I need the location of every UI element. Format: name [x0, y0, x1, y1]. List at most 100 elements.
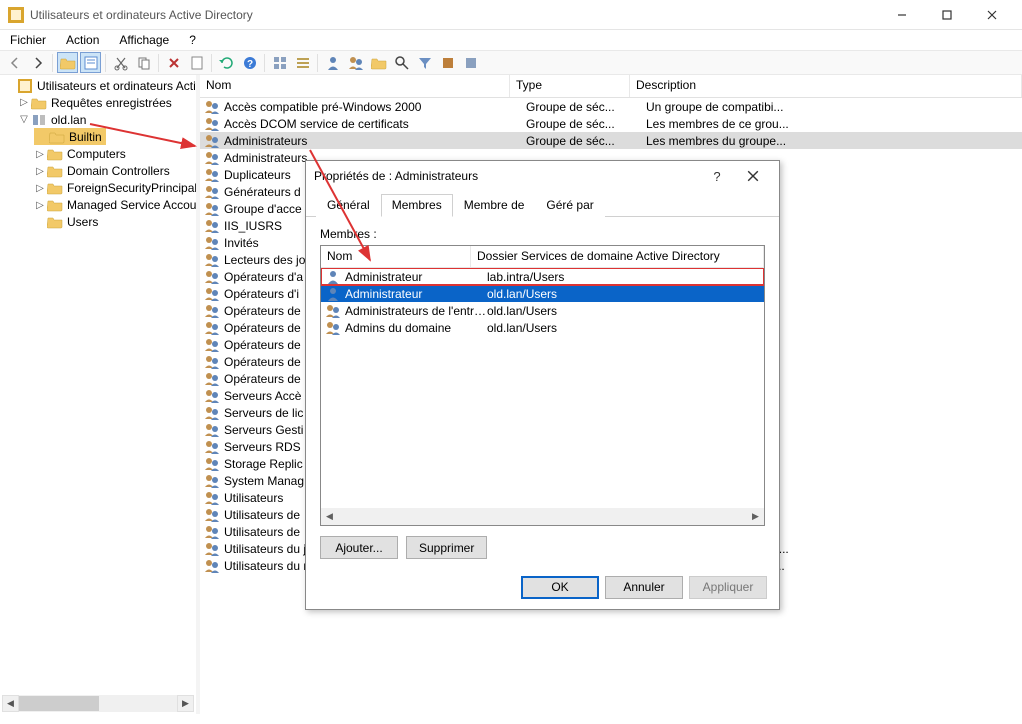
dialog-tabs: Général Membres Membre de Géré par — [306, 193, 779, 217]
tree-fsp[interactable]: ▷ ForeignSecurityPrincipals — [2, 180, 196, 197]
scroll-right-icon[interactable]: ▶ — [177, 695, 194, 712]
tool-misc1[interactable] — [437, 52, 458, 73]
tab-membres[interactable]: Membres — [381, 194, 453, 217]
menu-action[interactable]: Action — [62, 31, 103, 49]
member-row[interactable]: Administrateurlab.intra/Users — [321, 268, 764, 285]
member-row[interactable]: Admins du domaineold.lan/Users — [321, 319, 764, 336]
cell-nom: Accès DCOM service de certificats — [224, 117, 526, 131]
maximize-button[interactable] — [924, 0, 969, 30]
folder-icon — [47, 163, 63, 179]
list-row[interactable]: Accès DCOM service de certificatsGroupe … — [200, 115, 1022, 132]
menu-affichage[interactable]: Affichage — [115, 31, 173, 49]
menu-fichier[interactable]: Fichier — [6, 31, 50, 49]
tree-msa[interactable]: ▷ Managed Service Accour — [2, 197, 196, 214]
expander-icon[interactable]: ▷ — [34, 199, 46, 211]
apply-button[interactable]: Appliquer — [689, 576, 767, 599]
tool-grid1[interactable] — [269, 52, 290, 73]
cell-nom: Administrateurs — [224, 134, 526, 148]
list-row[interactable]: AdministrateursGroupe de séc...Les membr… — [200, 132, 1022, 149]
members-col-nom[interactable]: Nom — [321, 246, 471, 267]
scroll-left-icon[interactable]: ◀ — [321, 508, 338, 525]
dialog-help-icon[interactable]: ? — [699, 169, 735, 184]
members-label: Membres : — [320, 227, 765, 241]
tool-misc2[interactable] — [460, 52, 481, 73]
tool-find[interactable] — [391, 52, 412, 73]
members-horizontal-scrollbar[interactable]: ◀ ▶ — [321, 508, 764, 525]
tree-item-label: Builtin — [69, 130, 102, 144]
tree-computers[interactable]: ▷ Computers — [2, 146, 196, 163]
folder-icon — [49, 129, 65, 145]
tree-saved-queries[interactable]: ▷ Requêtes enregistrées — [2, 94, 196, 111]
group-icon — [204, 354, 220, 370]
tool-new-group[interactable] — [345, 52, 366, 73]
tool-up[interactable] — [57, 52, 78, 73]
dialog-titlebar[interactable]: Propriétés de : Administrateurs ? — [306, 161, 779, 191]
group-icon — [325, 303, 341, 319]
remove-button[interactable]: Supprimer — [406, 536, 487, 559]
list-row[interactable]: Accès compatible pré-Windows 2000Groupe … — [200, 98, 1022, 115]
tree-users[interactable]: Users — [2, 214, 196, 231]
scroll-left-icon[interactable]: ◀ — [2, 695, 19, 712]
group-icon — [204, 388, 220, 404]
col-header-desc[interactable]: Description — [630, 75, 1022, 97]
group-icon — [204, 558, 220, 574]
tool-new-ou[interactable] — [368, 52, 389, 73]
tab-membre-de[interactable]: Membre de — [453, 194, 536, 217]
member-row[interactable]: Administrateurold.lan/Users — [321, 285, 764, 302]
tree-item-label: Requêtes enregistrées — [51, 96, 172, 110]
tool-new-user[interactable] — [322, 52, 343, 73]
expander-icon[interactable] — [4, 80, 16, 92]
tool-filter[interactable] — [414, 52, 435, 73]
col-header-type[interactable]: Type — [510, 75, 630, 97]
ok-button[interactable]: OK — [521, 576, 599, 599]
expander-icon[interactable]: ▷ — [34, 182, 46, 194]
tool-properties[interactable] — [80, 52, 101, 73]
tool-delete[interactable] — [163, 52, 184, 73]
tree-panel: Utilisateurs et ordinateurs Active ▷ Req… — [0, 75, 200, 714]
tree-root-label: Utilisateurs et ordinateurs Active — [37, 79, 200, 93]
tree-builtin[interactable]: Builtin — [34, 128, 106, 145]
scroll-track[interactable] — [338, 508, 747, 525]
expander-icon[interactable]: ▽ — [18, 114, 30, 126]
expander-icon[interactable]: ▷ — [34, 165, 46, 177]
tab-gere-par[interactable]: Géré par — [535, 194, 604, 217]
app-icon — [8, 7, 24, 23]
cancel-button[interactable]: Annuler — [605, 576, 683, 599]
tab-general[interactable]: Général — [316, 194, 381, 217]
member-row[interactable]: Administrateurs de l'entre...old.lan/Use… — [321, 302, 764, 319]
group-icon — [204, 507, 220, 523]
dialog-footer: OK Annuler Appliquer — [306, 569, 779, 609]
minimize-button[interactable] — [879, 0, 924, 30]
tree-item-label: Computers — [67, 147, 126, 161]
tool-sheet[interactable] — [186, 52, 207, 73]
tree-root[interactable]: Utilisateurs et ordinateurs Active — [2, 77, 196, 94]
expander-icon[interactable]: ▷ — [34, 148, 46, 160]
tool-back[interactable] — [4, 52, 25, 73]
scroll-right-icon[interactable]: ▶ — [747, 508, 764, 525]
tool-cut[interactable] — [110, 52, 131, 73]
dialog-close-button[interactable] — [735, 163, 771, 189]
tree-domain-controllers[interactable]: ▷ Domain Controllers — [2, 163, 196, 180]
tool-forward[interactable] — [27, 52, 48, 73]
cell-desc: Les membres de ce grou... — [646, 117, 1022, 131]
app-icon — [17, 78, 33, 94]
menu-help[interactable]: ? — [185, 31, 200, 49]
tool-copy[interactable] — [133, 52, 154, 73]
members-list: Administrateurlab.intra/UsersAdministrat… — [321, 268, 764, 508]
group-icon — [204, 252, 220, 268]
tree-horizontal-scrollbar[interactable]: ◀ ▶ — [2, 695, 194, 712]
group-icon — [204, 116, 220, 132]
expander-icon[interactable]: ▷ — [18, 97, 30, 109]
tool-help-icon[interactable]: ? — [239, 52, 260, 73]
members-listbox: Nom Dossier Services de domaine Active D… — [320, 245, 765, 526]
col-header-nom[interactable]: Nom — [200, 75, 510, 97]
members-col-dossier[interactable]: Dossier Services de domaine Active Direc… — [471, 246, 764, 267]
members-header: Nom Dossier Services de domaine Active D… — [321, 246, 764, 268]
add-button[interactable]: Ajouter... — [320, 536, 398, 559]
tool-grid2[interactable] — [292, 52, 313, 73]
group-icon — [204, 269, 220, 285]
scroll-thumb[interactable] — [19, 696, 99, 711]
tree-domain[interactable]: ▽ old.lan — [2, 111, 196, 128]
tool-refresh[interactable] — [216, 52, 237, 73]
close-button[interactable] — [969, 0, 1014, 30]
